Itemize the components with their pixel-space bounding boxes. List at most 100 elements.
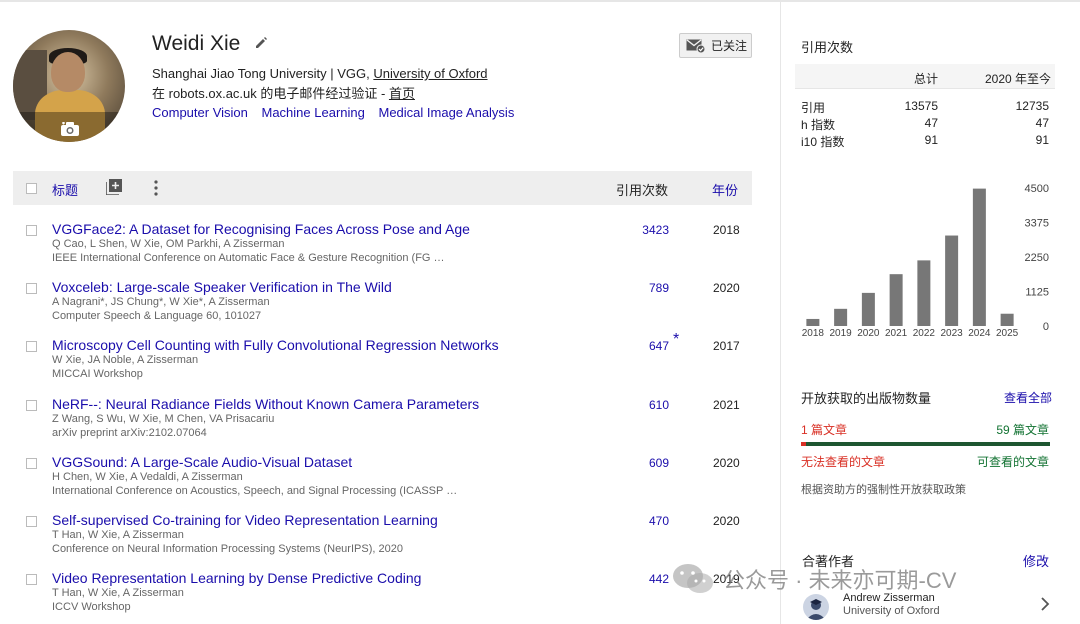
unavailable-label: 无法查看的文章 <box>801 455 886 469</box>
stats-row: 引用 13575 12735 <box>795 97 1055 115</box>
citation-count-link[interactable]: 610 <box>649 398 669 412</box>
stats-recent-value: 91 <box>1035 133 1049 147</box>
article-row: VGGSound: A Large-Scale Audio-Visual Dat… <box>13 454 752 512</box>
email-check-icon <box>686 38 706 53</box>
view-all-link[interactable]: 查看全部 <box>1004 389 1052 406</box>
citation-count-link[interactable]: 442 <box>649 572 669 586</box>
unavailable-segment <box>801 442 806 446</box>
article-year: 2017 <box>713 339 740 353</box>
access-progress-bar <box>801 442 1050 446</box>
article-venue: arXiv preprint arXiv:2102.07064 <box>52 427 207 439</box>
edit-coauthors-link[interactable]: 修改 <box>1023 551 1049 570</box>
add-to-library-icon[interactable] <box>106 179 122 195</box>
interest-link[interactable]: Medical Image Analysis <box>378 105 514 120</box>
verification-text: 在 robots.ox.ac.uk 的电子邮件经过验证 - <box>152 86 389 101</box>
citation-bar[interactable] <box>917 260 931 326</box>
citation-count-link[interactable]: 789 <box>649 281 669 295</box>
article-venue: MICCAI Workshop <box>52 368 143 380</box>
article-title-link[interactable]: VGGSound: A Large-Scale Audio-Visual Dat… <box>52 454 352 470</box>
coauthor-avatar[interactable] <box>803 594 829 620</box>
x-tick-label: 2021 <box>885 328 908 339</box>
coauthor-affiliation: University of Oxford <box>843 605 940 617</box>
row-checkbox[interactable] <box>26 225 37 236</box>
x-tick-label: 2025 <box>996 328 1019 339</box>
citation-bar[interactable] <box>806 318 820 326</box>
citation-stats-table: 总计 2020 年至今 引用 13575 12735 h 指数 47 47 i1… <box>795 64 1055 150</box>
y-tick-label: 2250 <box>1025 252 1049 264</box>
article-year: 2021 <box>713 398 740 412</box>
article-title-link[interactable]: Microscopy Cell Counting with Fully Conv… <box>52 337 499 353</box>
citation-bar[interactable] <box>1000 313 1014 326</box>
article-title-link[interactable]: Video Representation Learning by Dense P… <box>52 570 421 586</box>
citation-bar[interactable] <box>972 188 986 326</box>
stats-col-recent: 2020 年至今 <box>984 72 1051 86</box>
citation-count-link[interactable]: 609 <box>649 456 669 470</box>
articles-table-header: 标题 引用次数 年份 <box>13 171 752 205</box>
interest-link[interactable]: Computer Vision <box>152 105 248 120</box>
camera-icon[interactable] <box>61 122 79 136</box>
y-tick-label: 1125 <box>1025 287 1049 299</box>
stats-all-value: 13575 <box>904 99 938 113</box>
article-title-link[interactable]: Voxceleb: Large-scale Speaker Verificati… <box>52 279 392 295</box>
y-tick-label: 0 <box>1043 321 1049 333</box>
row-checkbox[interactable] <box>26 341 37 352</box>
sort-by-year[interactable]: 年份 <box>712 180 738 199</box>
interest-link[interactable]: Machine Learning <box>262 105 365 120</box>
follow-button[interactable]: 已关注 <box>679 33 752 58</box>
wechat-icon <box>673 564 713 593</box>
chevron-right-icon[interactable] <box>1040 597 1050 611</box>
y-tick-label: 3375 <box>1025 218 1049 230</box>
more-options-icon[interactable] <box>153 180 159 196</box>
citations-bar-chart: 4500 3375 2250 1125 0 2018 2019 2020 2021 2022 202… <box>802 183 1049 339</box>
citation-bar[interactable] <box>834 308 848 326</box>
article-venue: IEEE International Conference on Automat… <box>52 252 445 264</box>
article-venue: Computer Speech & Language 60, 101027 <box>52 310 262 322</box>
citation-count-link[interactable]: 470 <box>649 514 669 528</box>
article-authors: Q Cao, L Shen, W Xie, OM Parkhi, A Zisse… <box>52 238 285 250</box>
article-row: VGGFace2: A Dataset for Recognising Face… <box>13 221 752 279</box>
article-venue: Conference on Neural Information Process… <box>52 543 403 555</box>
citation-count-link[interactable]: 647 <box>649 339 669 353</box>
article-venue: International Conference on Acoustics, S… <box>52 485 458 497</box>
watermark: 公众号 · 未来亦可期-CV <box>671 562 956 596</box>
row-checkbox[interactable] <box>26 283 37 294</box>
article-title-link[interactable]: NeRF--: Neural Radiance Fields Without K… <box>52 396 479 412</box>
x-tick-label: 2024 <box>968 328 991 339</box>
citation-bar[interactable] <box>945 235 959 326</box>
stats-all-value: 91 <box>924 133 938 147</box>
homepage-link[interactable]: 首页 <box>389 86 415 101</box>
citation-bar[interactable] <box>889 274 903 326</box>
pencil-icon[interactable] <box>254 36 268 50</box>
stats-row: h 指数 47 47 <box>795 114 1055 132</box>
article-year: 2020 <box>713 456 740 470</box>
sort-by-citations[interactable]: 引用次数 <box>616 180 668 199</box>
affiliation-link[interactable]: University of Oxford <box>373 66 487 81</box>
article-title-link[interactable]: Self-supervised Co-training for Video Re… <box>52 512 438 528</box>
stats-recent-value: 12735 <box>1015 99 1049 113</box>
available-count[interactable]: 59 篇文章 <box>996 421 1049 438</box>
article-authors: Z Wang, S Wu, W Xie, M Chen, VA Prisacar… <box>52 413 275 425</box>
article-title-link[interactable]: VGGFace2: A Dataset for Recognising Face… <box>52 221 470 237</box>
sort-by-title[interactable]: 标题 <box>52 180 78 199</box>
select-all-checkbox[interactable] <box>26 183 37 194</box>
article-year: 2020 <box>713 514 740 528</box>
unavailable-count[interactable]: 1 篇文章 <box>801 421 847 438</box>
panel-divider <box>780 0 781 624</box>
row-checkbox[interactable] <box>26 458 37 469</box>
article-venue: ICCV Workshop <box>52 601 131 613</box>
citation-count-link[interactable]: 3423 <box>642 223 669 237</box>
stats-recent-value: 47 <box>1035 116 1049 130</box>
cited-by-title: 引用次数 <box>801 40 854 55</box>
follow-label: 已关注 <box>711 39 748 53</box>
top-divider <box>0 0 1080 2</box>
stats-label[interactable]: i10 指数 <box>801 133 844 150</box>
citation-bar[interactable] <box>861 292 875 326</box>
row-checkbox[interactable] <box>26 574 37 585</box>
available-label: 可查看的文章 <box>976 455 1049 469</box>
row-checkbox[interactable] <box>26 400 37 411</box>
article-authors: T Han, W Xie, A Zisserman <box>52 587 184 599</box>
row-checkbox[interactable] <box>26 516 37 527</box>
article-row: Video Representation Learning by Dense P… <box>13 570 752 624</box>
profile-avatar[interactable] <box>13 30 125 142</box>
mandate-note: 根据资助方的强制性开放获取政策 <box>801 484 966 496</box>
